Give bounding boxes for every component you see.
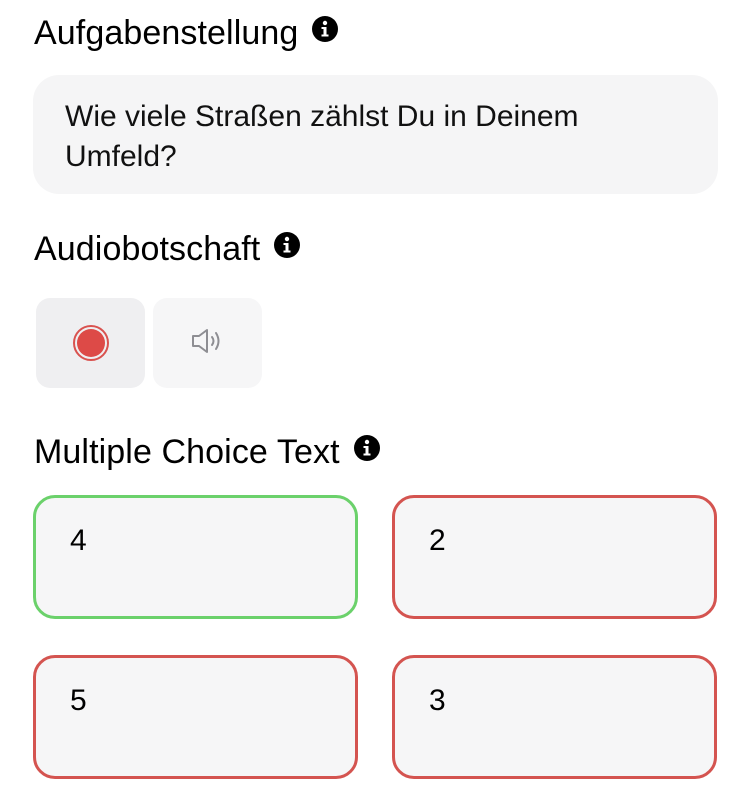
choice-label: 2: [429, 524, 446, 557]
choice-option-correct[interactable]: 4: [33, 495, 358, 619]
multiple-choice-title-label: Multiple Choice Text: [34, 433, 340, 471]
task-text-field[interactable]: Wie viele Straßen zählst Du in Deinem Um…: [33, 75, 718, 194]
info-icon[interactable]: [353, 434, 380, 461]
choice-option-incorrect[interactable]: 3: [392, 655, 717, 779]
task-text: Wie viele Straßen zählst Du in Deinem Um…: [65, 100, 579, 173]
info-icon[interactable]: [274, 231, 301, 258]
speaker-icon: [190, 326, 226, 361]
task-section-title: Aufgabenstellung: [34, 14, 339, 53]
choice-label: 3: [429, 684, 446, 717]
choice-label: 5: [70, 684, 87, 717]
info-icon[interactable]: [312, 15, 339, 42]
record-button[interactable]: [36, 298, 145, 388]
task-title-label: Aufgabenstellung: [34, 14, 299, 52]
choice-label: 4: [70, 524, 87, 557]
multiple-choice-section-title: Multiple Choice Text: [34, 433, 380, 472]
choice-option-incorrect[interactable]: 2: [392, 495, 717, 619]
audio-title-label: Audiobotschaft: [34, 230, 261, 268]
record-icon: [72, 325, 109, 361]
play-audio-button[interactable]: [153, 298, 262, 388]
choice-option-incorrect[interactable]: 5: [33, 655, 358, 779]
audio-section-title: Audiobotschaft: [34, 230, 301, 269]
